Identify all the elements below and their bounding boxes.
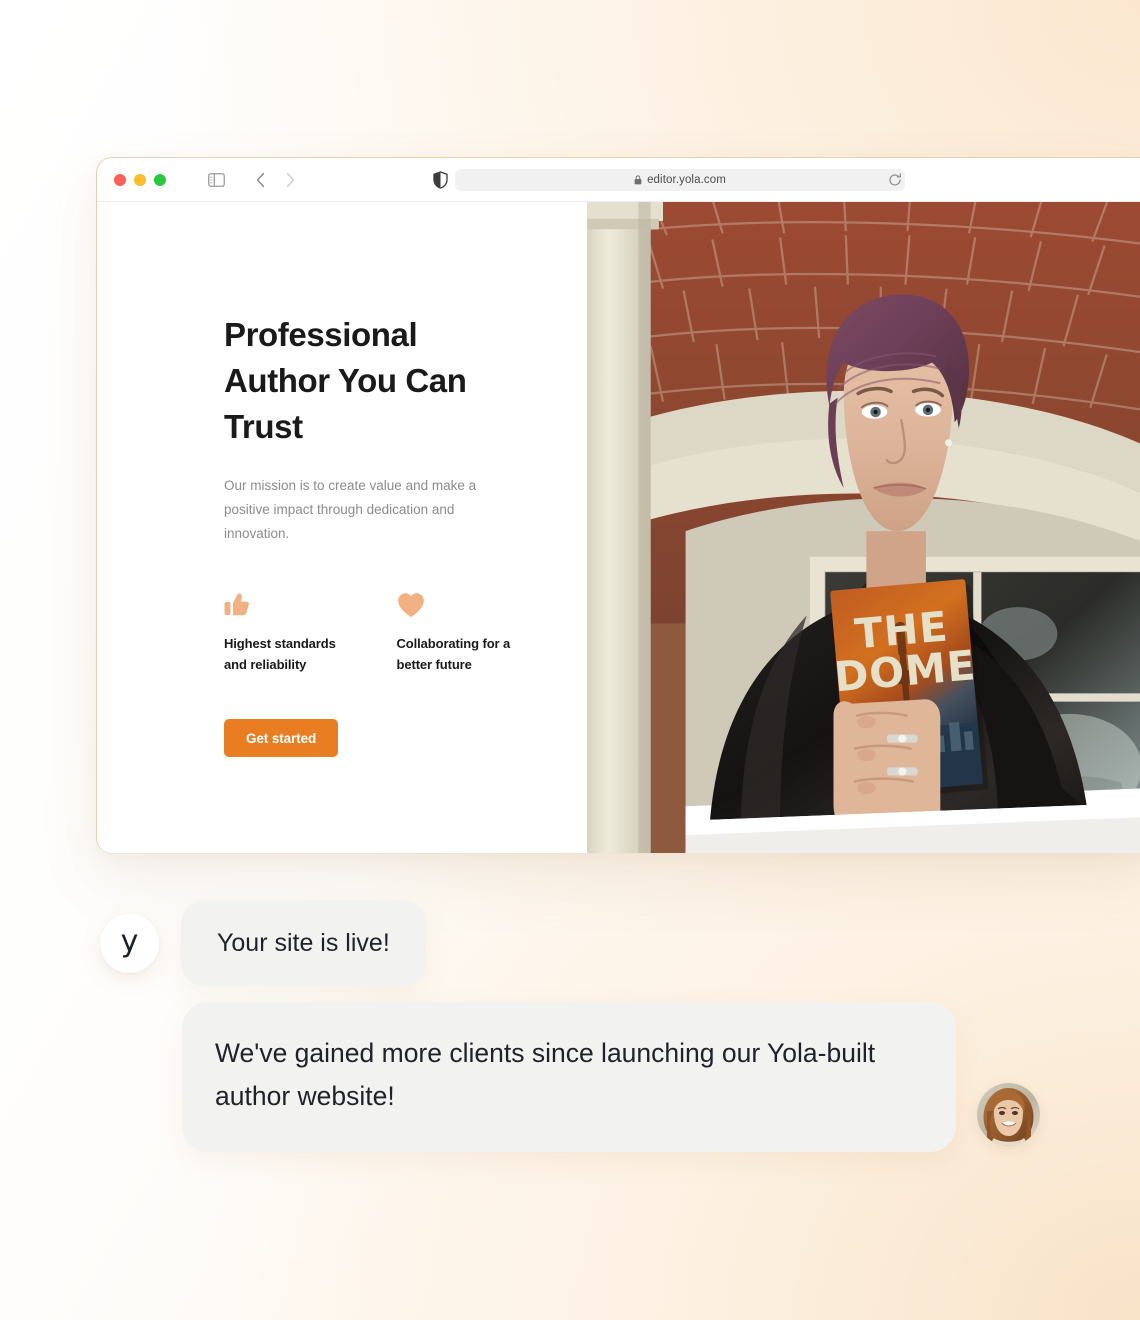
chat-section: y Your site is live! We've gained more c… xyxy=(0,900,1140,1152)
thumbs-up-icon xyxy=(224,588,352,618)
shield-icon[interactable] xyxy=(429,169,451,191)
site-viewport: Professional Author You Can Trust Our mi… xyxy=(97,202,1140,853)
yola-logo-avatar: y xyxy=(100,913,159,973)
feature-label: Highest standards and reliability xyxy=(224,636,336,672)
lock-icon xyxy=(634,174,642,185)
heart-icon xyxy=(397,588,525,618)
feature-label: Collaborating for a better future xyxy=(396,636,511,672)
feature-list: Highest standards and reliability Collab… xyxy=(224,588,524,675)
reload-icon[interactable] xyxy=(885,170,905,190)
hero-image: THE DOME S. LEHMAN xyxy=(587,202,1140,853)
close-window-button[interactable] xyxy=(114,173,126,186)
customer-photo-avatar xyxy=(977,1083,1040,1146)
chat-bubble: Your site is live! xyxy=(181,900,426,986)
avatar-portrait xyxy=(977,1083,1040,1146)
page-title: Professional Author You Can Trust xyxy=(224,316,467,445)
url-text: editor.yola.com xyxy=(647,173,726,186)
get-started-button[interactable]: Get started xyxy=(224,719,339,757)
yola-logo-glyph: y xyxy=(120,924,139,959)
chevron-right-icon[interactable] xyxy=(277,167,303,193)
window-controls xyxy=(114,173,166,186)
hero-text-column: Professional Author You Can Trust Our mi… xyxy=(97,202,587,853)
feature-item: Highest standards and reliability xyxy=(224,588,352,675)
chat-message-row: y Your site is live! xyxy=(0,900,1140,986)
browser-toolbar: editor.yola.com xyxy=(97,158,1140,202)
chat-message-row: We've gained more clients since launchin… xyxy=(182,1002,1140,1152)
sidebar-icon[interactable] xyxy=(203,167,229,193)
minimize-window-button[interactable] xyxy=(134,173,146,186)
address-bar[interactable]: editor.yola.com xyxy=(455,168,905,191)
maximize-window-button[interactable] xyxy=(154,173,166,186)
hero-photo-illustration: THE DOME S. LEHMAN xyxy=(587,202,1140,853)
feature-item: Collaborating for a better future xyxy=(397,588,525,675)
chevron-left-icon[interactable] xyxy=(247,167,273,193)
hero-subtitle: Our mission is to create value and make … xyxy=(224,478,477,541)
browser-window: editor.yola.com Professional Author You … xyxy=(96,157,1140,854)
chat-bubble: We've gained more clients since launchin… xyxy=(182,1002,956,1152)
